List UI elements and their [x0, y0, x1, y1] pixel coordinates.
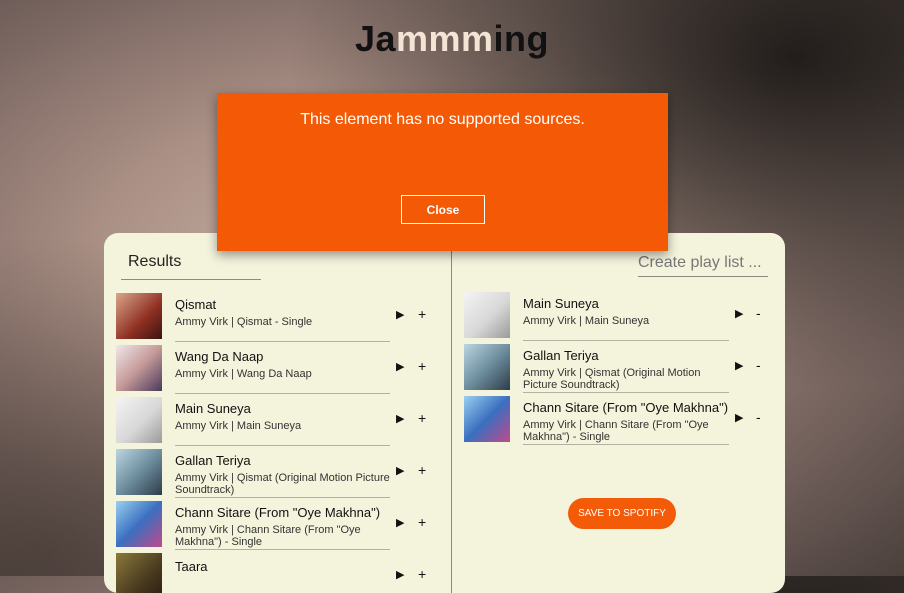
track-info: Gallan Teriya Ammy Virk | Qismat (Origin…	[175, 453, 390, 498]
add-track-button[interactable]: +	[418, 566, 426, 582]
add-track-button[interactable]: +	[418, 462, 426, 478]
add-track-button[interactable]: +	[418, 306, 426, 322]
error-modal: This element has no supported sources. C…	[217, 93, 668, 251]
logo-text-end: ing	[493, 18, 550, 59]
track-title: Chann Sitare (From "Oye Makhna")	[175, 505, 381, 520]
save-to-spotify-button[interactable]: SAVE TO SPOTIFY	[568, 498, 676, 529]
logo-text-start: Ja	[354, 18, 397, 59]
track-artist-album: Ammy Virk | Chann Sitare (From "Oye Makh…	[175, 524, 361, 548]
track-info: Chann Sitare (From "Oye Makhna") Ammy Vi…	[523, 400, 729, 445]
track-info: Wang Da Naap Ammy Virk | Wang Da Naap	[175, 349, 390, 394]
track-info: Main Suneya Ammy Virk | Main Suneya	[523, 296, 729, 341]
track-info: Gallan Teriya Ammy Virk | Qismat (Origin…	[523, 348, 729, 393]
track-info: Main Suneya Ammy Virk | Main Suneya	[175, 401, 390, 446]
track-artist-album: Ammy Virk | Qismat (Original Motion Pict…	[523, 367, 701, 391]
album-art	[464, 396, 510, 442]
main-panel: Results Qismat Ammy Virk | Qismat - Sing…	[104, 233, 785, 593]
track-row: Wang Da Naap Ammy Virk | Wang Da Naap ▶ …	[116, 345, 436, 397]
track-row: Taara ▶ +	[116, 553, 436, 593]
track-row: Main Suneya Ammy Virk | Main Suneya ▶ +	[116, 397, 436, 449]
track-artist-album: Ammy Virk | Main Suneya	[523, 315, 650, 327]
add-track-button[interactable]: +	[418, 410, 426, 426]
play-icon[interactable]: ▶	[396, 516, 404, 529]
remove-track-button[interactable]: -	[756, 357, 761, 373]
play-icon[interactable]: ▶	[735, 307, 743, 320]
track-artist-album: Ammy Virk | Qismat (Original Motion Pict…	[175, 472, 390, 496]
close-button[interactable]: Close	[401, 195, 485, 224]
track-title: Taara	[175, 559, 208, 574]
track-row: Gallan Teriya Ammy Virk | Qismat (Origin…	[464, 344, 764, 396]
track-artist-album: Ammy Virk | Wang Da Naap	[175, 368, 312, 380]
track-info: Taara	[175, 559, 390, 593]
remove-track-button[interactable]: -	[756, 409, 761, 425]
track-title: Wang Da Naap	[175, 349, 264, 364]
play-icon[interactable]: ▶	[396, 568, 404, 581]
modal-message: This element has no supported sources.	[300, 111, 585, 128]
play-icon[interactable]: ▶	[396, 308, 404, 321]
album-art	[116, 553, 162, 593]
logo-text-accent: mmm	[396, 18, 494, 59]
track-row: Gallan Teriya Ammy Virk | Qismat (Origin…	[116, 449, 436, 501]
play-icon[interactable]: ▶	[396, 412, 404, 425]
playlist: Main Suneya Ammy Virk | Main Suneya ▶ - …	[452, 233, 785, 593]
results-heading: Results	[121, 253, 261, 280]
playlist-name-input[interactable]	[638, 249, 768, 277]
track-row: Chann Sitare (From "Oye Makhna") Ammy Vi…	[116, 501, 436, 553]
play-icon[interactable]: ▶	[735, 411, 743, 424]
album-art	[116, 345, 162, 391]
add-track-button[interactable]: +	[418, 358, 426, 374]
track-artist-album: Ammy Virk | Chann Sitare (From "Oye Makh…	[523, 419, 709, 443]
search-results: Results Qismat Ammy Virk | Qismat - Sing…	[104, 233, 451, 593]
play-icon[interactable]: ▶	[396, 360, 404, 373]
play-icon[interactable]: ▶	[396, 464, 404, 477]
album-art	[116, 293, 162, 339]
app-logo: Jammming	[0, 18, 904, 60]
album-art	[464, 344, 510, 390]
remove-track-button[interactable]: -	[756, 305, 761, 321]
track-title: Chann Sitare (From "Oye Makhna")	[523, 400, 729, 415]
album-art	[116, 501, 162, 547]
track-title: Gallan Teriya	[175, 453, 251, 468]
play-icon[interactable]: ▶	[735, 359, 743, 372]
track-artist-album: Ammy Virk | Qismat - Single	[175, 316, 313, 328]
album-art	[116, 449, 162, 495]
track-info: Chann Sitare (From "Oye Makhna") Ammy Vi…	[175, 505, 390, 550]
track-artist-album: Ammy Virk | Main Suneya	[175, 420, 302, 432]
track-info: Qismat Ammy Virk | Qismat - Single	[175, 297, 390, 342]
track-title: Main Suneya	[175, 401, 251, 416]
album-art	[116, 397, 162, 443]
track-row: Chann Sitare (From "Oye Makhna") Ammy Vi…	[464, 396, 764, 448]
track-title: Main Suneya	[523, 296, 599, 311]
album-art	[464, 292, 510, 338]
add-track-button[interactable]: +	[418, 514, 426, 530]
track-title: Gallan Teriya	[523, 348, 599, 363]
track-title: Qismat	[175, 297, 217, 312]
track-row: Qismat Ammy Virk | Qismat - Single ▶ +	[116, 293, 436, 345]
track-row: Main Suneya Ammy Virk | Main Suneya ▶ -	[464, 292, 764, 344]
